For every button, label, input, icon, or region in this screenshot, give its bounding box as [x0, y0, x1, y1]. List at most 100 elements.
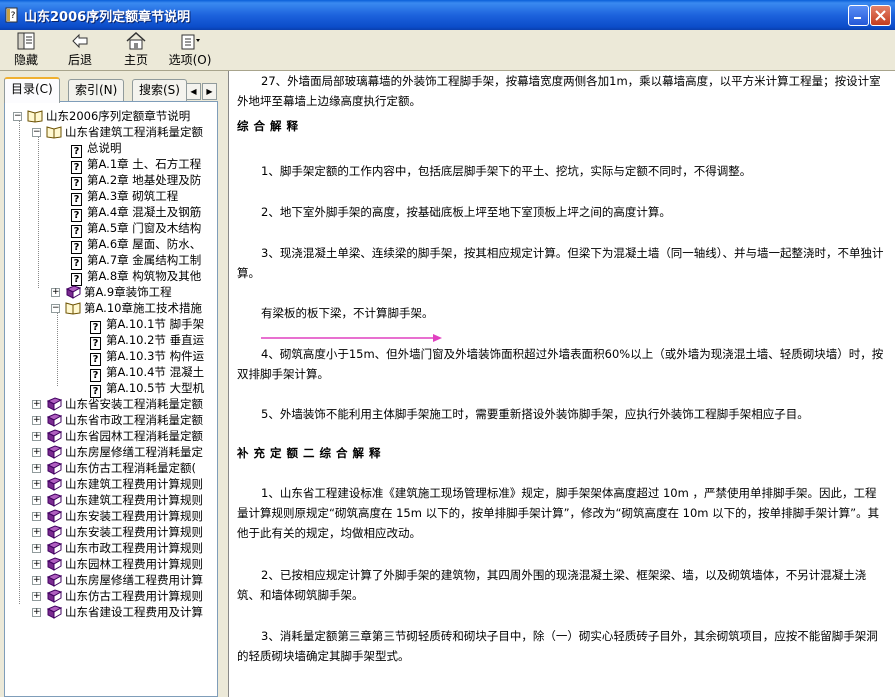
tree-node-book[interactable]: + 山东省园林工程消耗量定额	[32, 428, 203, 444]
paragraph: 1、脚手架定额的工作内容中，包括底层脚手架下的平土、挖坑，实际与定额不同时，不得…	[261, 164, 752, 178]
tab-index[interactable]: 索引(N)	[68, 79, 125, 101]
closed-book-icon	[46, 541, 62, 555]
collapse-icon[interactable]: −	[13, 112, 22, 121]
options-button[interactable]: 选项(O)	[166, 32, 214, 68]
open-book-icon	[27, 110, 43, 123]
expand-icon[interactable]: +	[32, 496, 41, 505]
open-book-icon	[46, 126, 62, 139]
paragraph: 1、山东省工程建设标准《建筑施工现场管理标准》规定，脚手架架体高度超过 10m …	[237, 486, 880, 540]
closed-book-icon	[46, 445, 62, 459]
tree-node-book[interactable]: + 山东房屋修缮工程消耗量定	[32, 444, 203, 460]
tab-scroll-right-button[interactable]: ▶	[202, 83, 217, 100]
expand-icon[interactable]: +	[32, 448, 41, 457]
expand-icon[interactable]: +	[32, 464, 41, 473]
tree-node-root[interactable]: − 山东2006序列定额章节说明	[13, 108, 190, 124]
closed-book-icon	[46, 589, 62, 603]
options-icon	[181, 34, 200, 50]
home-button[interactable]: 主页	[118, 32, 154, 68]
collapse-icon[interactable]: −	[32, 128, 41, 137]
closed-book-icon	[46, 493, 62, 507]
tree-node-topic[interactable]: ? 第A.10.5节 大型机	[90, 380, 204, 398]
tree-node-book[interactable]: + 山东园林工程费用计算规则	[32, 556, 203, 572]
tab-scroll-left-button[interactable]: ◀	[186, 83, 201, 100]
close-button[interactable]	[870, 5, 891, 26]
topic-content: 27、外墙面局部玻璃幕墙的外装饰工程脚手架，按幕墙宽度两侧各加1m，乘以幕墙高度…	[228, 71, 895, 697]
tree-node-book[interactable]: − 山东省建筑工程消耗量定额	[32, 124, 203, 140]
tree-node-book[interactable]: + 山东房屋修缮工程费用计算	[32, 572, 203, 588]
closed-book-icon	[65, 285, 81, 299]
window-title: 山东2006序列定额章节说明	[24, 10, 191, 25]
closed-book-icon	[46, 509, 62, 523]
closed-book-icon	[46, 461, 62, 475]
tab-contents[interactable]: 目录(C)	[4, 77, 60, 103]
expand-icon[interactable]: +	[32, 592, 41, 601]
expand-icon[interactable]: +	[32, 400, 41, 409]
collapse-icon[interactable]: −	[51, 304, 60, 313]
expand-icon[interactable]: +	[32, 608, 41, 617]
tree-node-book[interactable]: + 山东仿古工程消耗量定额(	[32, 460, 196, 476]
tree-node-topic[interactable]: ? 第A.10.3节 构件运	[90, 348, 204, 366]
svg-text:?: ?	[11, 11, 16, 21]
paragraph: 3、现浇混凝土单梁、连续梁的脚手架，按其相应规定计算。但梁下为混凝土墙（同一轴线…	[237, 246, 884, 280]
back-button[interactable]: 后退	[62, 32, 98, 68]
tab-search[interactable]: 搜索(S)	[132, 79, 187, 101]
tree-node-topic[interactable]: ? 第A.7章 金属结构工制	[71, 252, 201, 270]
expand-icon[interactable]: +	[32, 528, 41, 537]
expand-icon[interactable]: +	[32, 416, 41, 425]
tree-node-topic[interactable]: ? 第A.3章 砌筑工程	[71, 188, 178, 206]
tree-node-book[interactable]: + 山东省安装工程消耗量定额	[32, 396, 203, 412]
tree-node-book[interactable]: + 山东省市政工程消耗量定额	[32, 412, 203, 428]
expand-icon[interactable]: +	[32, 432, 41, 441]
tree-node-book[interactable]: + 山东安装工程费用计算规则	[32, 524, 203, 540]
tree-node-book[interactable]: + 第A.9章装饰工程	[51, 284, 172, 300]
tree-node-book[interactable]: + 山东安装工程费用计算规则	[32, 508, 203, 524]
navigation-pane: 目录(C) 索引(N) 搜索(S) ◀ ▶ − 山东2006序列定额章节说明 −…	[0, 71, 222, 697]
paragraph: 5、外墙装饰不能利用主体脚手架施工时，需要重新搭设外装饰脚手架，应执行外装饰工程…	[261, 407, 809, 421]
tree-node-book[interactable]: − 第A.10章施工技术措施	[51, 300, 202, 316]
minimize-button[interactable]	[848, 5, 869, 26]
paragraph: 4、砌筑高度小于15m、但外墙门窗及外墙装饰面积超过外墙表面积60%以上（或外墙…	[237, 347, 884, 381]
paragraph: 27、外墙面局部玻璃幕墙的外装饰工程脚手架，按幕墙宽度两侧各加1m，乘以幕墙高度…	[237, 74, 881, 108]
help-book-icon: ?	[5, 7, 18, 23]
tree-node-topic[interactable]: ? 第A.10.2节 垂直运	[90, 332, 204, 350]
tree-node-topic[interactable]: ? 第A.8章 构筑物及其他	[71, 268, 201, 286]
tree-node-topic[interactable]: ? 第A.10.4节 混凝土	[90, 364, 204, 382]
tree-node-book[interactable]: + 山东仿古工程费用计算规则	[32, 588, 203, 604]
expand-icon[interactable]: +	[32, 512, 41, 521]
pink-arrow-annotation	[261, 334, 442, 342]
closed-book-icon	[46, 557, 62, 571]
open-book-icon	[65, 302, 81, 315]
paragraph: 有梁板的板下梁，不计算脚手架。	[261, 306, 434, 320]
tree-node-book[interactable]: + 山东市政工程费用计算规则	[32, 540, 203, 556]
paragraph: 3、消耗量定额第三章第三节砌轻质砖和砌块子目中，除（一）砌实心轻质砖子目外，其余…	[237, 629, 878, 663]
expand-icon[interactable]: +	[32, 576, 41, 585]
hide-pane-icon	[17, 32, 35, 50]
tree-node-book[interactable]: + 山东建筑工程费用计算规则	[32, 476, 203, 492]
expand-icon[interactable]: +	[32, 544, 41, 553]
closed-book-icon	[46, 413, 62, 427]
back-arrow-icon	[72, 33, 88, 49]
minimize-icon	[854, 17, 861, 19]
tree-node-topic[interactable]: ? 第A.6章 屋面、防水、	[71, 236, 201, 254]
title-bar: ? 山东2006序列定额章节说明	[0, 0, 895, 30]
closed-book-icon	[46, 573, 62, 587]
tree-node-book[interactable]: + 山东建筑工程费用计算规则	[32, 492, 203, 508]
tree-node-topic[interactable]: ? 第A.4章 混凝土及钢筋	[71, 204, 201, 222]
tree-node-topic[interactable]: ? 第A.1章 土、石方工程	[71, 156, 201, 174]
paragraph: 2、地下室外脚手架的高度，按基础底板上坪至地下室顶板上坪之间的高度计算。	[261, 205, 671, 219]
section-heading: 补充定额二综合解释	[237, 446, 386, 460]
tree-node-topic[interactable]: ? 第A.5章 门窗及木结构	[71, 220, 201, 238]
tree-node-topic[interactable]: ? 总说明	[71, 140, 122, 158]
tree-node-book[interactable]: + 山东省建设工程费用及计算	[32, 604, 203, 620]
hide-button[interactable]: 隐藏	[6, 32, 46, 68]
expand-icon[interactable]: +	[32, 480, 41, 489]
closed-book-icon	[46, 397, 62, 411]
expand-icon[interactable]: +	[32, 560, 41, 569]
nav-tabs: 目录(C) 索引(N) 搜索(S) ◀ ▶	[4, 77, 218, 103]
closed-book-icon	[46, 525, 62, 539]
tree-node-topic[interactable]: ? 第A.2章 地基处理及防	[71, 172, 201, 190]
tree-node-topic[interactable]: ? 第A.10.1节 脚手架	[90, 316, 204, 334]
closed-book-icon	[46, 605, 62, 619]
contents-tree: − 山东2006序列定额章节说明 − 山东省建筑工程消耗量定额 ? 总说明 ? 第A…	[4, 101, 218, 697]
expand-icon[interactable]: +	[51, 288, 60, 297]
